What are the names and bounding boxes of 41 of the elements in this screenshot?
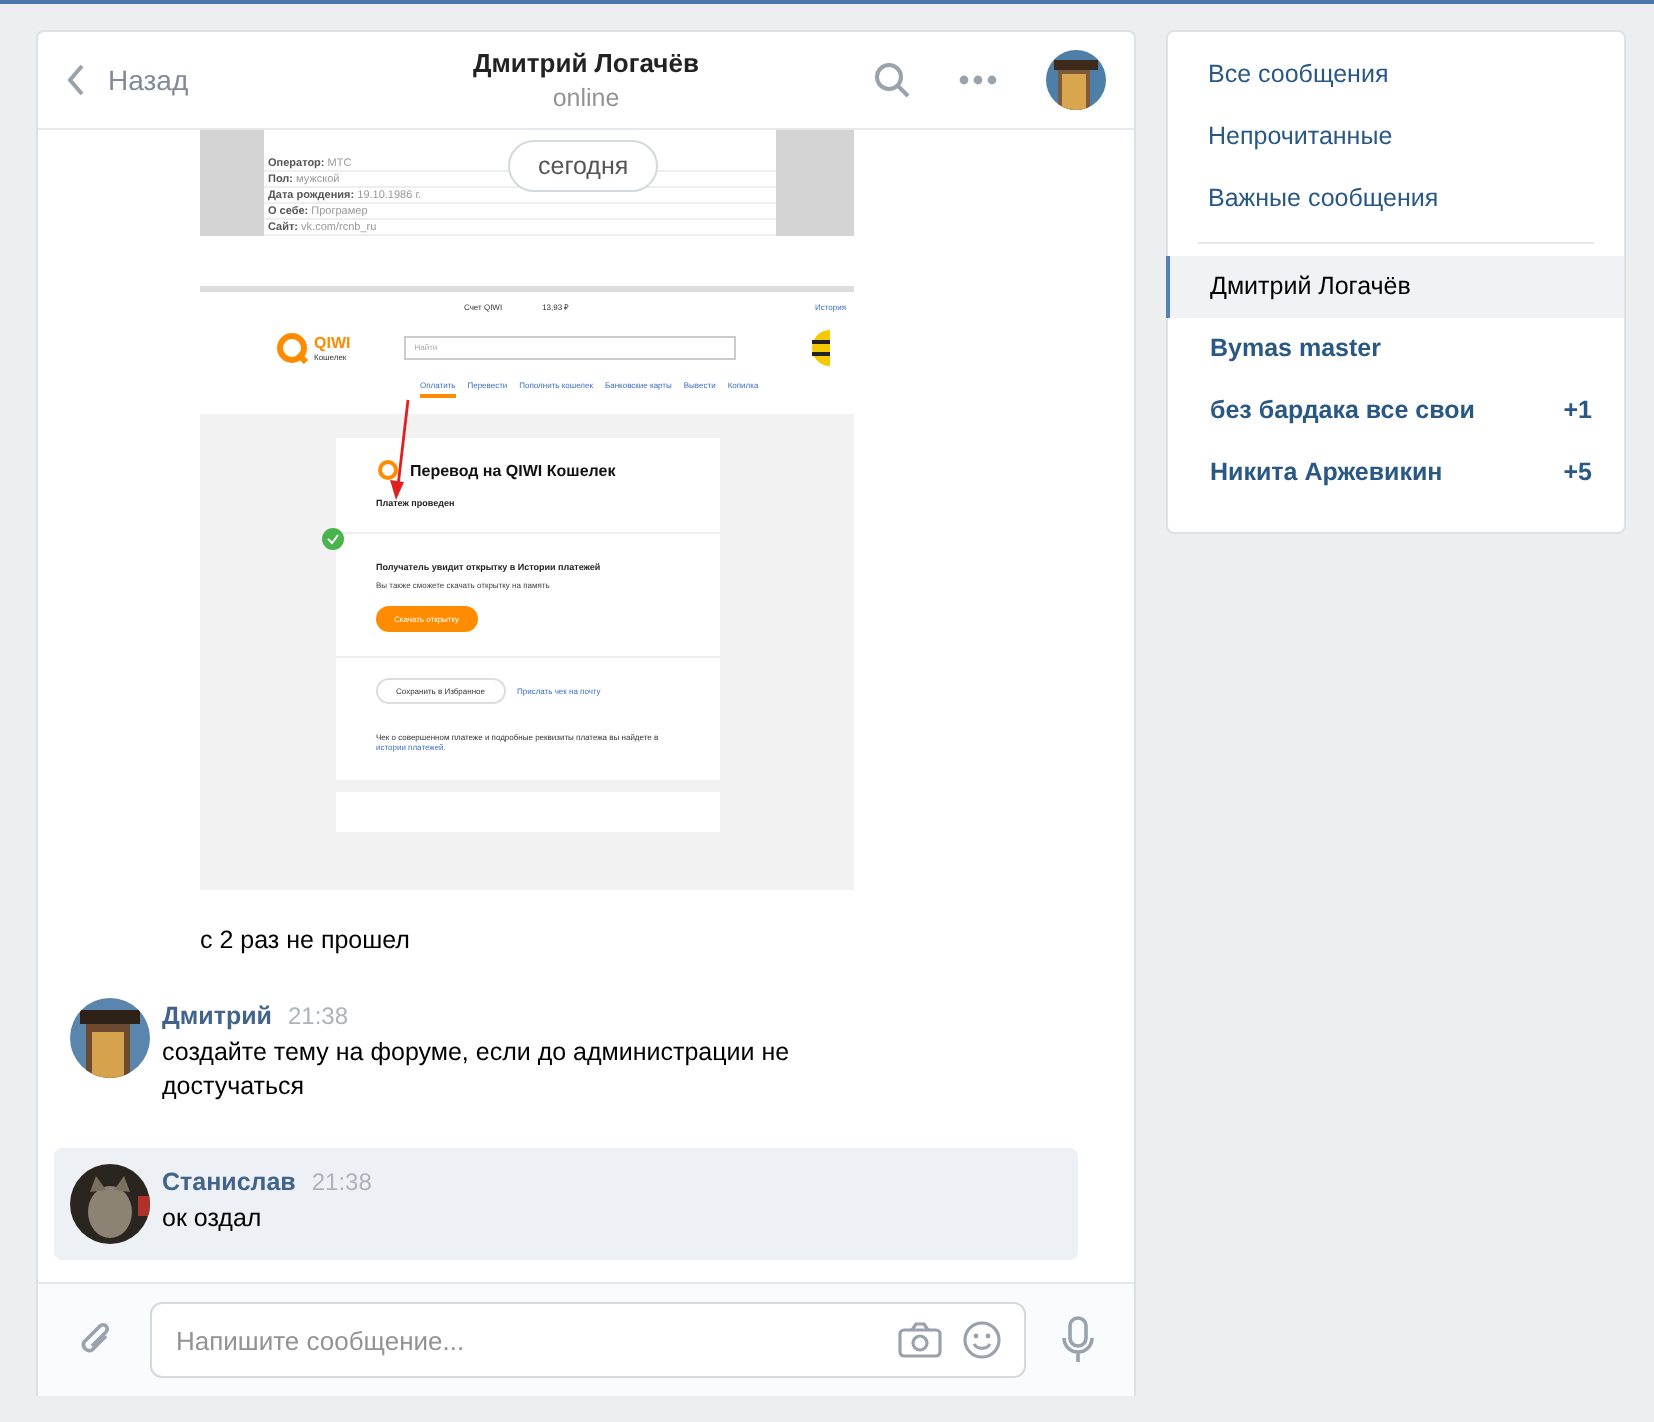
message-field[interactable]: Напишите сообщение... xyxy=(150,1302,1026,1378)
chat-item[interactable]: Дмитрий Логачёв xyxy=(1166,256,1624,318)
message-text: создайте тему на форуме, если до администрации не достучаться xyxy=(162,1036,792,1104)
filter-link[interactable]: Важные сообщения xyxy=(1168,168,1624,230)
chat-name: Никита Аржевикин xyxy=(1210,458,1443,486)
message-text: ок оздал xyxy=(162,1202,264,1236)
search-icon[interactable] xyxy=(874,62,910,98)
chat-item[interactable]: Bymas master xyxy=(1166,318,1624,380)
message-text: с 2 раз не прошел xyxy=(200,926,412,954)
payment-screenshot[interactable] xyxy=(200,286,854,890)
avatar xyxy=(70,998,150,1078)
message[interactable]: Станислав 21:38 ок оздал xyxy=(54,1148,1078,1260)
filter-link[interactable]: Все сообщения xyxy=(1168,44,1624,106)
unread-count: +5 xyxy=(1563,458,1592,486)
check-icon xyxy=(322,528,344,550)
avatar[interactable] xyxy=(1046,50,1106,110)
qiwi-logo-icon xyxy=(376,458,400,482)
chat-item[interactable]: Никита Аржевикин +5 xyxy=(1166,442,1624,504)
sender-name[interactable]: Станислав xyxy=(162,1168,296,1196)
message[interactable]: Дмитрий 21:38 создайте тему на форуме, если до администрации не достучаться xyxy=(54,982,1078,1120)
chat-name: Bymas master xyxy=(1210,334,1381,362)
chat-title: Дмитрий Логачёв xyxy=(473,48,699,78)
message-time: 21:38 xyxy=(287,1002,348,1030)
microphone-icon[interactable] xyxy=(1062,1316,1094,1364)
logo-text: QIWI xyxy=(314,335,351,351)
more-icon[interactable] xyxy=(958,74,998,86)
camera-icon[interactable] xyxy=(898,1322,942,1358)
chevron-icon xyxy=(66,64,86,96)
avatar xyxy=(70,1164,150,1244)
message-time: 21:38 xyxy=(311,1168,372,1196)
unread-count: +1 xyxy=(1563,396,1592,424)
emoji-icon[interactable] xyxy=(962,1320,1002,1360)
chat-item[interactable]: без бардака все свои +1 xyxy=(1166,380,1624,442)
filter-link[interactable]: Непрочитанные xyxy=(1168,106,1624,168)
arrow-drawing xyxy=(388,398,412,502)
chat-name: без бардака все свои xyxy=(1210,396,1475,424)
online-status: online xyxy=(552,84,620,112)
sender-name[interactable]: Дмитрий xyxy=(162,1002,272,1030)
chat-name: Дмитрий Логачёв xyxy=(1210,272,1411,300)
payment-title: Перевод на QIWI Кошелек xyxy=(410,461,616,479)
qiwi-logo-icon xyxy=(276,332,308,364)
